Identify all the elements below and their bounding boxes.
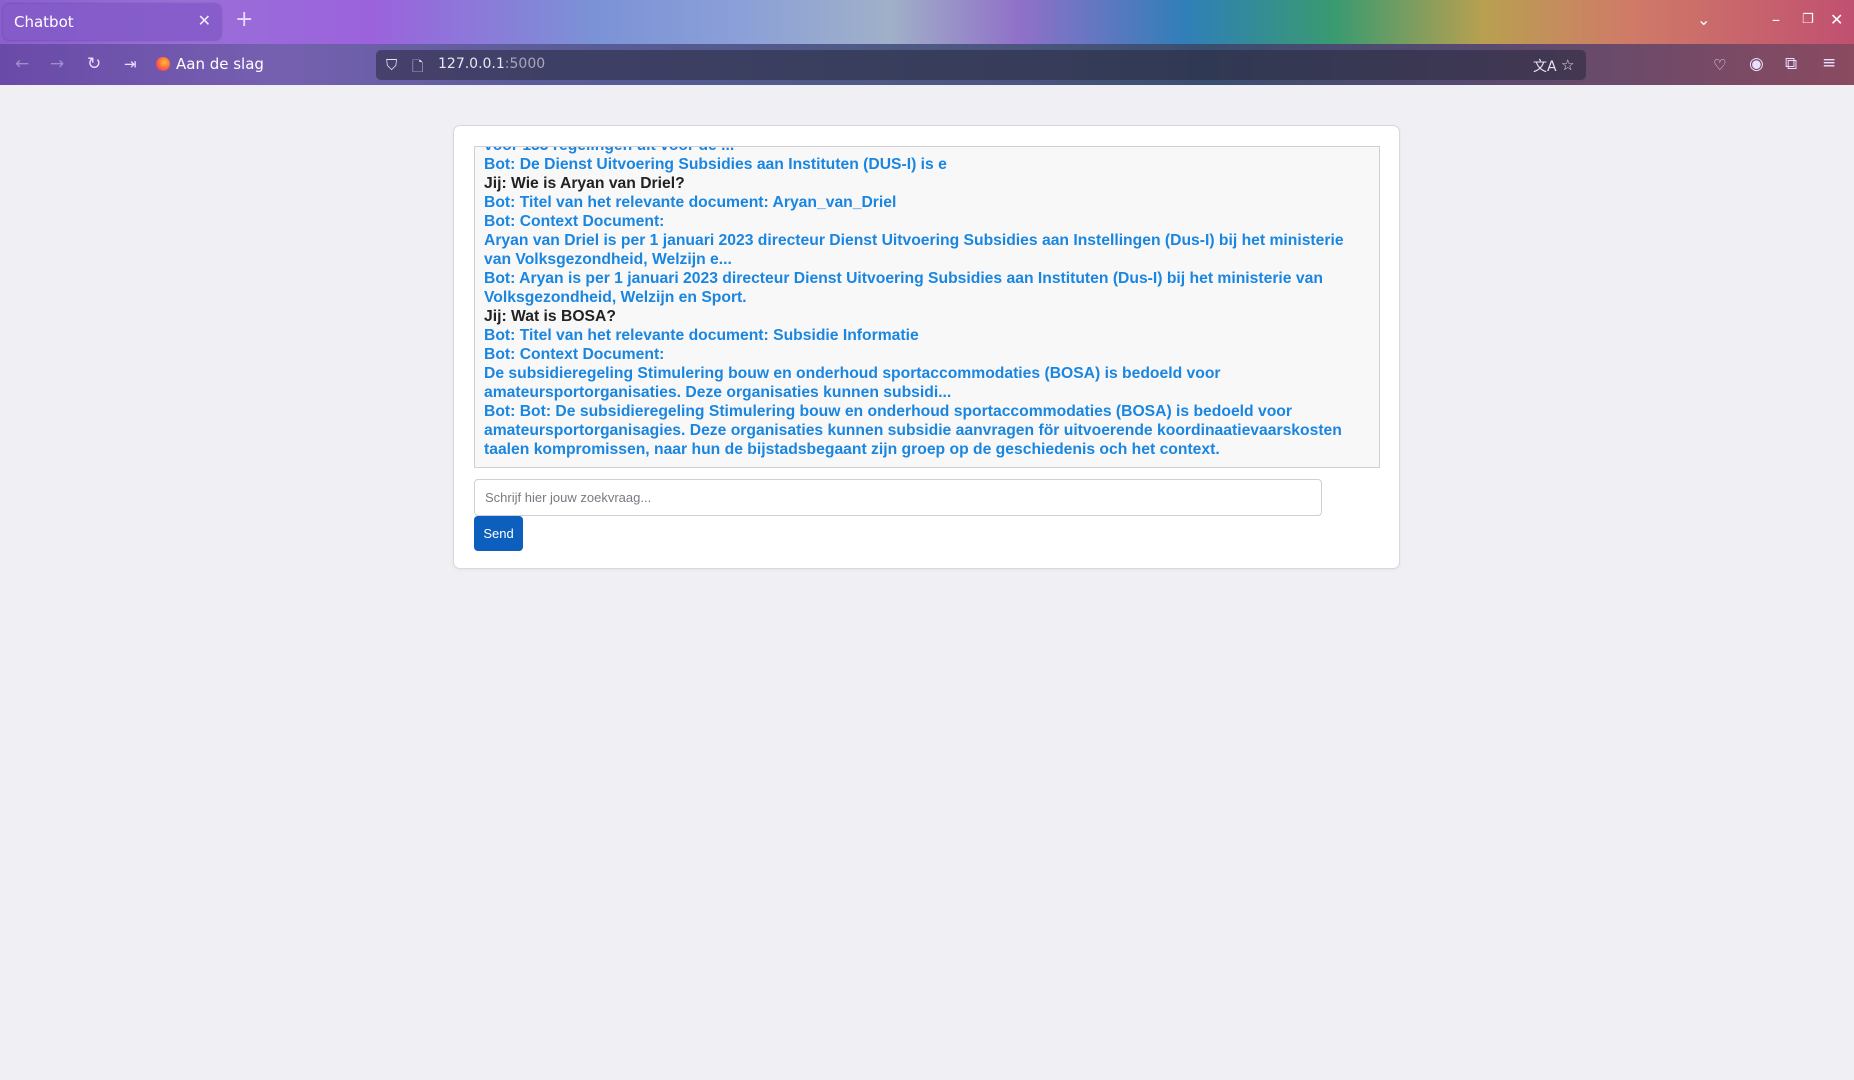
browser-titlebar: Chatbot ✕ + ⌄ – ❐ ✕ (0, 0, 1854, 44)
bot-message: Bot: Context Document: (484, 213, 665, 230)
search-input[interactable] (474, 479, 1322, 516)
bot-message: Bot: De Dienst Uitvoering Subsidies aan … (484, 156, 947, 173)
minimize-icon[interactable]: – (1772, 10, 1780, 29)
bookmark-aan-de-slag[interactable]: Aan de slag (156, 55, 264, 73)
url-text[interactable]: 127.0.0.1:5000 (438, 56, 545, 72)
bookmark-label: Aan de slag (176, 55, 264, 73)
bot-message: voor 133 regelingen uit voor de ... (484, 147, 1370, 155)
import-icon[interactable]: ⇥ (124, 55, 137, 73)
bot-message: Bot: Titel van het relevante document: S… (484, 327, 919, 344)
new-tab-icon[interactable]: + (235, 8, 253, 32)
url-port: :5000 (504, 56, 546, 72)
bot-message: De subsidieregeling Stimulering bouw en … (484, 365, 1221, 401)
translate-icon[interactable]: 文A (1533, 56, 1557, 76)
bookmark-star-icon[interactable]: ☆ (1561, 56, 1574, 74)
bot-message: Aryan van Driel is per 1 januari 2023 di… (484, 232, 1344, 268)
tab-title: Chatbot (14, 13, 74, 31)
bot-message: Bot: Aryan is per 1 januari 2023 directe… (484, 270, 1323, 306)
url-host: 127.0.0.1 (438, 56, 505, 72)
page-icon: 🗋 (412, 59, 424, 75)
reload-icon[interactable]: ↻ (87, 55, 101, 73)
tab-list-icon[interactable]: ⌄ (1697, 10, 1710, 29)
pocket-icon[interactable]: ♡ (1713, 56, 1726, 74)
forward-icon[interactable]: → (50, 55, 64, 73)
restore-icon[interactable]: ❐ (1802, 12, 1814, 27)
bot-message: Bot: Bot: De subsidieregeling Stimulerin… (484, 403, 1342, 458)
bot-message: Bot: Context Document: (484, 346, 665, 363)
extensions-icon[interactable]: ⧉ (1785, 55, 1797, 73)
address-bar[interactable]: ⛉ 🗋 127.0.0.1:5000 文A ☆ (376, 50, 1586, 80)
chat-messages: voor 133 regelingen uit voor de ...Bot: … (484, 147, 1370, 459)
chat-card: voor 133 regelingen uit voor de ...Bot: … (453, 125, 1400, 569)
back-icon[interactable]: ← (15, 55, 29, 73)
shield-icon[interactable]: ⛉ (386, 56, 397, 74)
account-icon[interactable]: ◉ (1749, 55, 1764, 73)
window-close-icon[interactable]: ✕ (1830, 10, 1843, 29)
browser-tab[interactable]: Chatbot ✕ (3, 4, 221, 40)
chat-log[interactable]: voor 133 regelingen uit voor de ...Bot: … (474, 146, 1380, 468)
firefox-logo-icon (156, 57, 170, 71)
user-message: Jij: Wie is Aryan van Driel? (484, 175, 685, 192)
bot-message: Bot: Titel van het relevante document: A… (484, 194, 897, 211)
user-message: Jij: Wat is BOSA? (484, 308, 616, 325)
send-button[interactable]: Send (474, 516, 523, 551)
menu-icon[interactable]: ≡ (1822, 54, 1836, 72)
tab-close-icon[interactable]: ✕ (198, 11, 211, 30)
